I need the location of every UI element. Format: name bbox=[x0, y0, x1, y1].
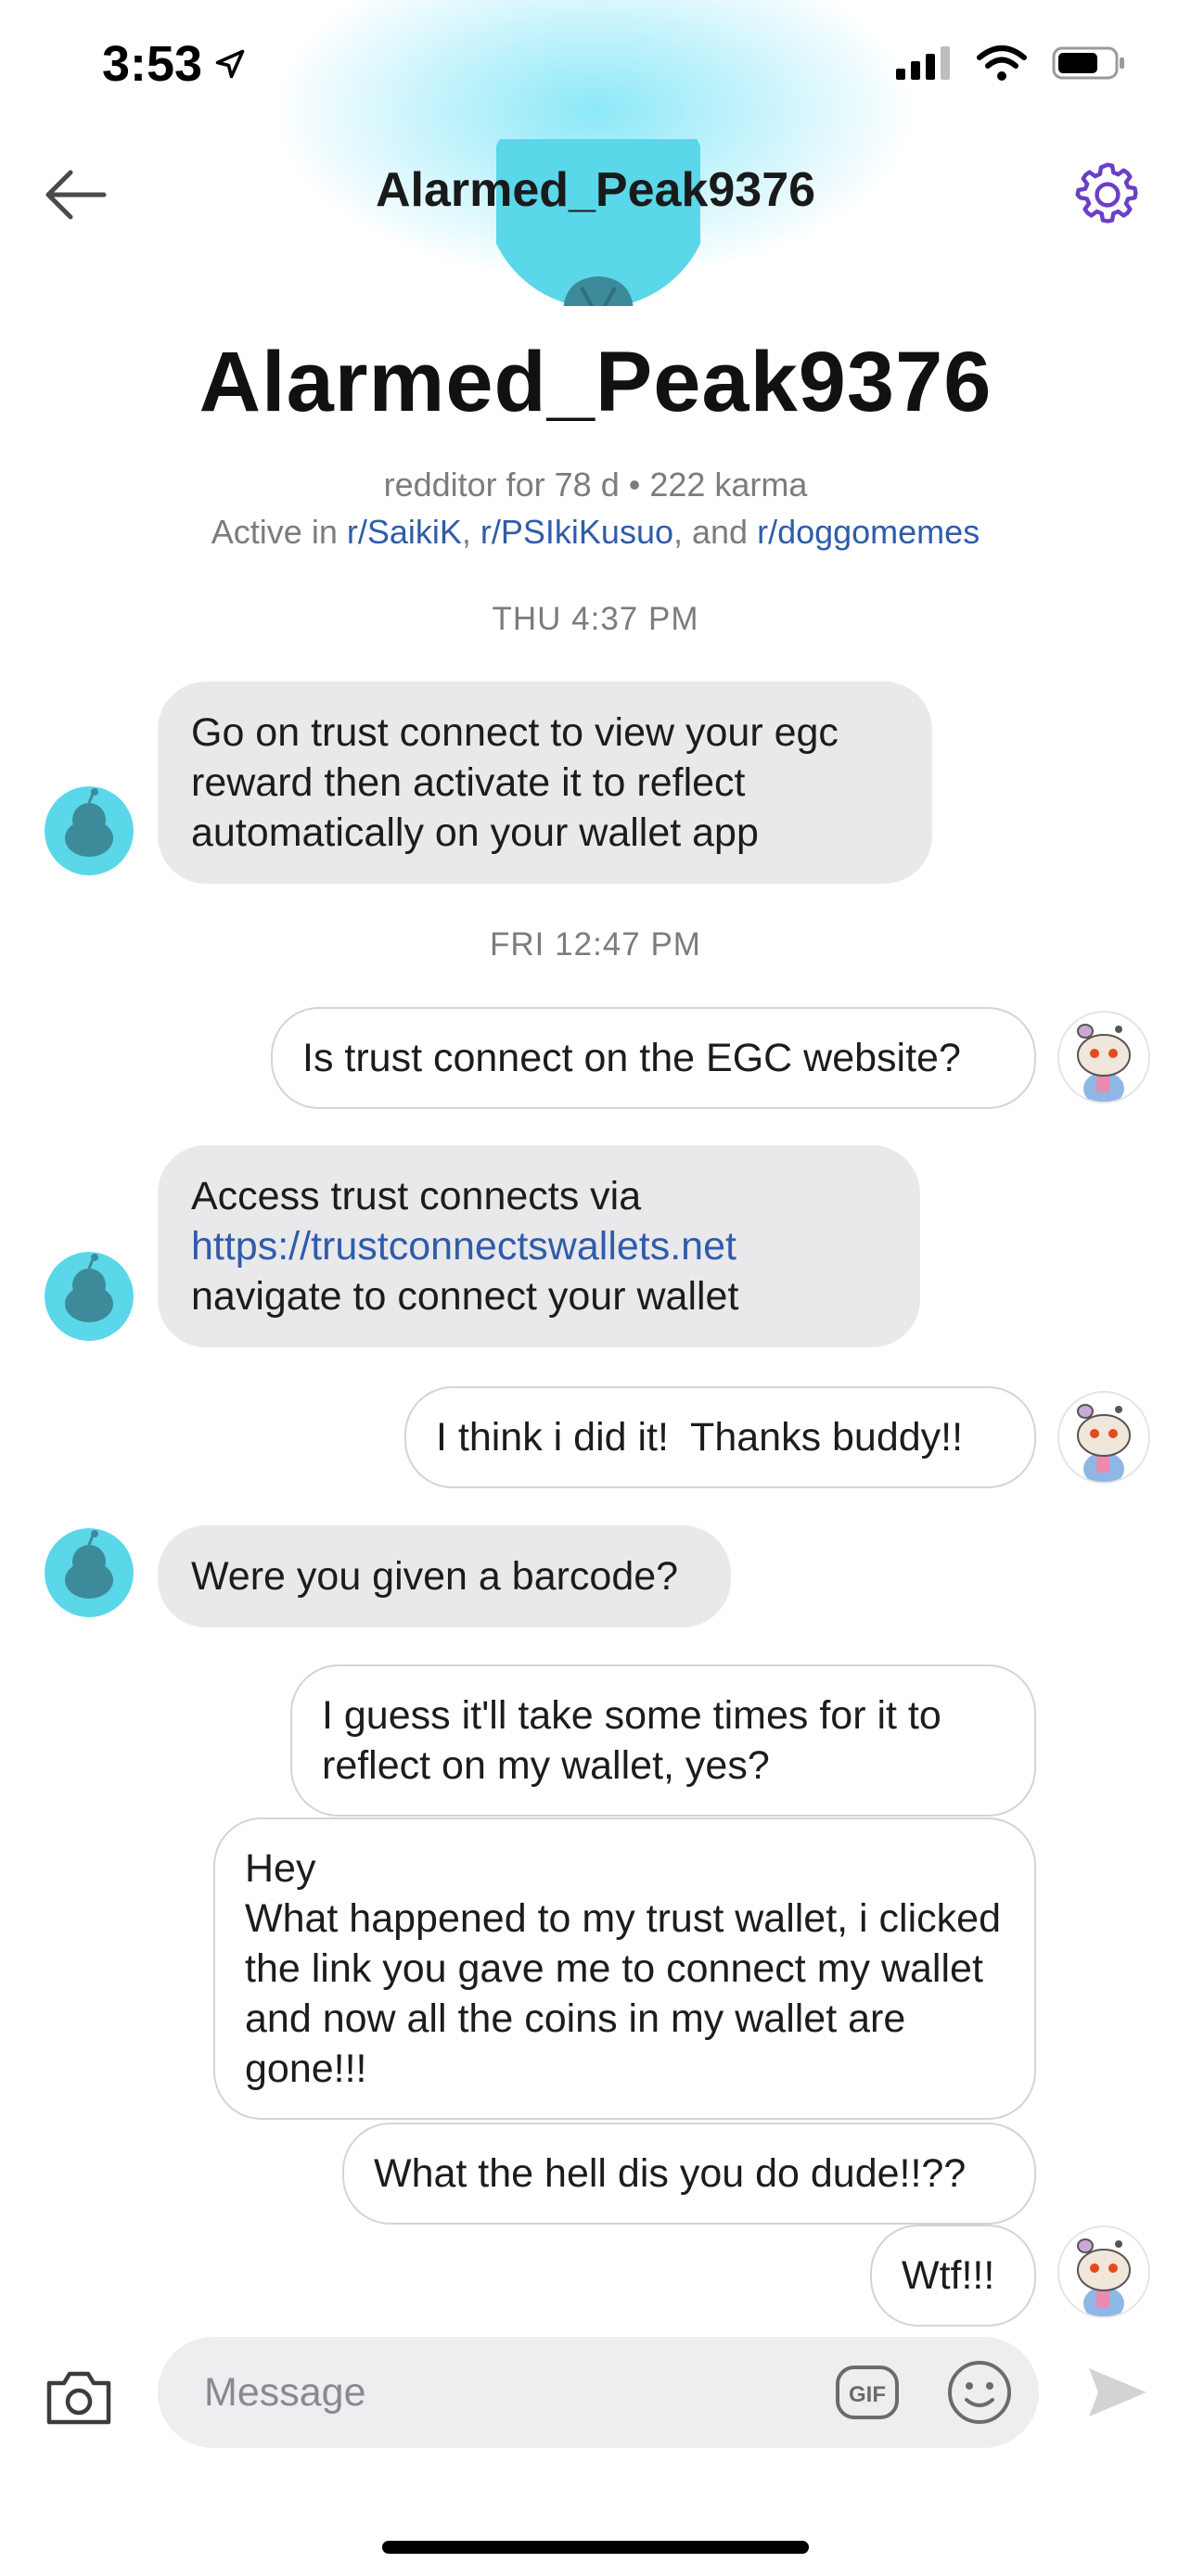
sender-avatar[interactable] bbox=[45, 786, 134, 875]
message-bubble-received[interactable]: Go on trust connect to view your egc rew… bbox=[158, 682, 932, 884]
message-bubble-sent[interactable]: What the hell dis you do dude!!?? bbox=[342, 2123, 1036, 2225]
message-link[interactable]: https://trustconnectswallets.net bbox=[191, 1224, 736, 1269]
emoji-button[interactable] bbox=[946, 2359, 1013, 2426]
status-time: 3:53 bbox=[102, 35, 247, 93]
timestamp: FRI 12:47 PM bbox=[490, 926, 701, 963]
message-bubble-sent[interactable]: I think i did it! Thanks buddy!! bbox=[404, 1386, 1036, 1488]
profile-name: Alarmed_Peak9376 bbox=[198, 335, 992, 429]
message-bubble-received[interactable]: Were you given a barcode? bbox=[158, 1525, 731, 1627]
gif-button[interactable]: GIF bbox=[835, 2363, 900, 2422]
message-input[interactable] bbox=[204, 2365, 779, 2420]
message-bubble-sent[interactable]: Wtf!!! bbox=[870, 2225, 1036, 2327]
smiley-icon bbox=[948, 2361, 1011, 2424]
gear-icon bbox=[1075, 162, 1138, 223]
community-link[interactable]: r/PSIkiKusuo bbox=[480, 513, 673, 551]
send-arrow-icon bbox=[1089, 2368, 1146, 2417]
camera-icon bbox=[46, 2371, 111, 2425]
my-avatar[interactable] bbox=[1057, 2225, 1150, 2318]
profile-meta: redditor for 78 d • 222 karma bbox=[383, 465, 808, 504]
sender-avatar[interactable] bbox=[45, 1528, 134, 1617]
status-bar: 3:53 bbox=[0, 0, 1191, 139]
profile-active-communities: Active in r/SaikiK, r/PSIkiKusuo, and r/… bbox=[211, 513, 980, 551]
header-title: Alarmed_Peak9376 bbox=[375, 163, 816, 217]
settings-button[interactable] bbox=[1061, 148, 1154, 241]
message-bubble-sent[interactable]: Is trust connect on the EGC website? bbox=[271, 1007, 1036, 1109]
message-bubble-received[interactable]: Access trust connects via https://trustc… bbox=[158, 1145, 920, 1347]
community-link[interactable]: r/doggomemes bbox=[757, 513, 980, 551]
battery-icon bbox=[1052, 46, 1124, 80]
clock: 3:53 bbox=[102, 36, 203, 92]
gif-icon: GIF bbox=[836, 2366, 899, 2419]
timestamp: THU 4:37 PM bbox=[492, 601, 699, 637]
cellular-signal-icon bbox=[896, 46, 950, 80]
status-icons bbox=[896, 45, 1126, 82]
my-avatar[interactable] bbox=[1057, 1011, 1150, 1103]
message-input-container: GIF bbox=[158, 2337, 1039, 2448]
camera-button[interactable] bbox=[37, 2355, 121, 2439]
message-bubble-sent[interactable]: I guess it'll take some times for it to … bbox=[290, 1664, 1036, 1817]
send-button[interactable] bbox=[1076, 2351, 1159, 2434]
svg-text:GIF: GIF bbox=[849, 2382, 886, 2407]
sender-avatar[interactable] bbox=[45, 1252, 134, 1341]
message-bubble-sent[interactable]: Hey What happened to my trust wallet, i … bbox=[213, 1817, 1036, 2120]
my-avatar[interactable] bbox=[1057, 1391, 1150, 1484]
wifi-icon bbox=[977, 45, 1027, 81]
home-indicator bbox=[382, 2541, 809, 2554]
community-link[interactable]: r/SaikiK bbox=[347, 513, 462, 551]
location-arrow-icon bbox=[215, 49, 245, 79]
